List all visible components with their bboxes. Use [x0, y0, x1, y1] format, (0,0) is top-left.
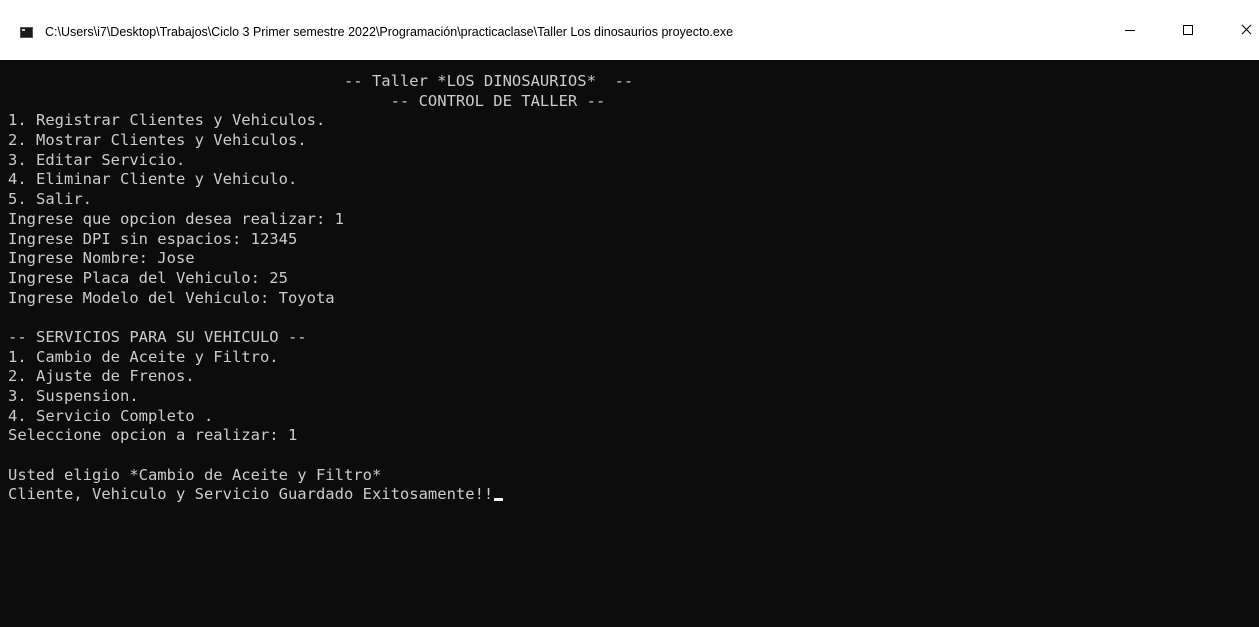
- console-output[interactable]: -- Taller *LOS DINOSAURIOS* -- -- CONTRO…: [8, 72, 1248, 505]
- menu-item: 1. Registrar Clientes y Vehiculos.: [8, 111, 326, 130]
- prompt-line: Ingrese Placa del Vehiculo: 25: [8, 268, 288, 287]
- header-title: -- Taller *LOS DINOSAURIOS* --: [8, 72, 634, 90]
- console-window: C:\Users\i7\Desktop\Trabajos\Ciclo 3 Pri…: [0, 0, 1259, 627]
- result-saved: Cliente, Vehiculo y Servicio Guardado Ex…: [8, 485, 494, 504]
- close-icon: [1241, 25, 1251, 35]
- menu-item: 4. Eliminar Cliente y Vehiculo.: [8, 170, 298, 189]
- text-cursor: [494, 498, 504, 502]
- maximize-button[interactable]: [1165, 12, 1211, 48]
- console-app-icon[interactable]: [20, 27, 33, 38]
- minimize-icon: [1125, 29, 1135, 31]
- close-button[interactable]: [1223, 12, 1259, 48]
- menu-item: 2. Mostrar Clientes y Vehiculos.: [8, 131, 307, 150]
- service-item: 4. Servicio Completo .: [8, 406, 214, 425]
- maximize-icon: [1183, 25, 1193, 35]
- prompt-line: Ingrese Nombre: Jose: [8, 249, 195, 268]
- prompt-line: Ingrese DPI sin espacios: 12345: [8, 229, 298, 248]
- result-choice: Usted eligio *Cambio de Aceite y Filtro*: [8, 465, 382, 484]
- services-header: -- SERVICIOS PARA SU VEHICULO --: [8, 327, 307, 346]
- menu-item: 5. Salir.: [8, 190, 92, 209]
- prompt-line: Ingrese que opcion desea realizar: 1: [8, 209, 344, 228]
- window-title: C:\Users\i7\Desktop\Trabajos\Ciclo 3 Pri…: [45, 25, 734, 39]
- result-line: Cliente, Vehiculo y Servicio Guardado Ex…: [8, 485, 1248, 505]
- service-item: 2. Ajuste de Frenos.: [8, 367, 195, 386]
- service-item: 1. Cambio de Aceite y Filtro.: [8, 347, 279, 366]
- prompt-line: Ingrese Modelo del Vehiculo: Toyota: [8, 288, 335, 307]
- header-subtitle: -- CONTROL DE TALLER --: [8, 91, 606, 110]
- title-bar[interactable]: C:\Users\i7\Desktop\Trabajos\Ciclo 3 Pri…: [0, 0, 1259, 60]
- service-prompt: Seleccione opcion a realizar: 1: [8, 426, 298, 445]
- menu-item: 3. Editar Servicio.: [8, 150, 186, 169]
- service-item: 3. Suspension.: [8, 387, 139, 405]
- minimize-button[interactable]: [1107, 12, 1153, 48]
